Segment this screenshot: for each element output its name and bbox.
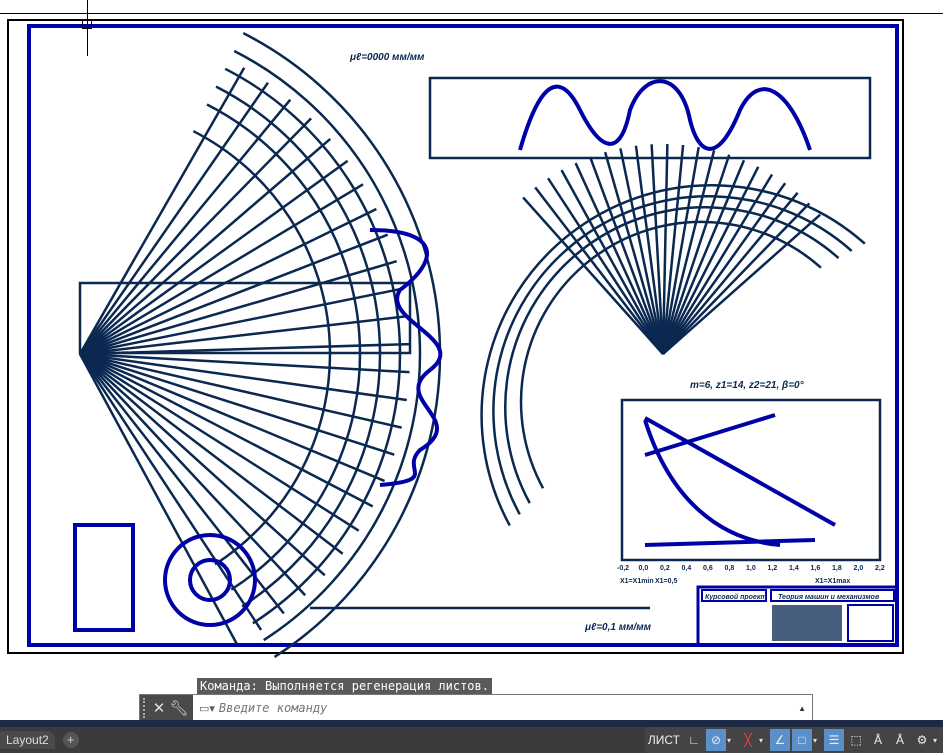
status-bar: Layout2 + ЛИСТ ∟ ⊘ ▾ ╳ ▾ ∠ □ ▾ ☰ ⬚ Å Å ⚙ ▾ — [0, 727, 943, 753]
chevron-down-icon[interactable]: ▾ — [727, 736, 737, 745]
graph-x-tick: 2,2 — [875, 565, 885, 572]
graph-x-tick: 0,0 — [639, 565, 649, 572]
graph-x-tick: 1,0 — [746, 565, 756, 572]
command-history: Команда: Выполняется регенерация листов. — [197, 678, 492, 694]
graph-x-tick: 1,4 — [789, 565, 799, 572]
graph-curve — [644, 538, 816, 547]
graph-x-tick: 1,6 — [811, 565, 821, 572]
graph-x-tick: 0,4 — [682, 565, 692, 572]
graph-x-tick: 0,6 — [703, 565, 713, 572]
graph-x-label-2: X1=0,5 — [655, 578, 677, 585]
scale-bottom-label: μℓ=0,1 мм/мм — [584, 622, 652, 633]
graph-x-tick: 1,2 — [768, 565, 778, 572]
selection-cycling-icon[interactable]: ⬚ — [846, 729, 866, 751]
chevron-down-icon[interactable]: ▾ — [813, 736, 823, 745]
gear-icon[interactable]: ⚙ — [912, 729, 932, 751]
fan-line — [588, 156, 665, 355]
frame-border — [27, 24, 899, 647]
command-input[interactable] — [218, 701, 799, 715]
close-icon[interactable]: ✕ — [149, 699, 169, 717]
chevron-down-icon[interactable]: ▾ — [759, 736, 769, 745]
wrench-icon[interactable]: 🔧︎ — [169, 699, 189, 717]
polar-tracking-icon[interactable]: ⊘ — [706, 729, 726, 751]
crosshair-horizontal — [0, 13, 943, 14]
fan-line — [522, 196, 664, 355]
history-up-icon[interactable]: ▲ — [798, 704, 806, 713]
annotation-visibility-icon[interactable]: Å — [868, 729, 888, 751]
fan-line — [560, 169, 665, 355]
layout-strip — [0, 720, 943, 727]
grid-snap-icon[interactable]: ∟ — [684, 729, 704, 751]
wheel — [163, 533, 257, 627]
title-block: Курсовой проект Теория машин и механизмо… — [696, 585, 899, 647]
lineweight-icon[interactable]: ☰ — [824, 729, 844, 751]
graph-x-tick: -0,2 — [617, 565, 629, 572]
pickbox — [82, 19, 92, 29]
graph-x-label-1: X1=X1min — [620, 578, 654, 585]
construction-rect — [428, 76, 872, 160]
add-layout-button[interactable]: + — [62, 732, 79, 748]
space-toggle[interactable]: ЛИСТ — [646, 729, 682, 751]
chevron-down-icon[interactable]: ▾ — [933, 736, 943, 745]
params-label: m=6, z1=14, z2=21, β=0° — [690, 380, 805, 391]
gear-drawing: m=6, z1=14, z2=21, β=0° μℓ=0000 мм/мм μℓ… — [7, 19, 904, 658]
title-block-left: Курсовой проект — [705, 593, 767, 601]
tooth-profile — [518, 79, 812, 151]
tab-layout2[interactable]: Layout2 — [0, 731, 55, 749]
title-block-right: Теория машин и механизмов — [778, 594, 880, 601]
drawing-canvas[interactable]: m=6, z1=14, z2=21, β=0° μℓ=0000 мм/мм μℓ… — [0, 0, 943, 720]
graph-x-tick: 1,8 — [832, 565, 842, 572]
graph-curve — [644, 416, 836, 527]
graph-x-tick: 0,2 — [660, 565, 670, 572]
graph-x-label-3: X1=X1max — [815, 578, 850, 585]
command-line: ✕ 🔧︎ ▭▾ ▲ — [139, 694, 813, 722]
isodraft-icon[interactable]: ╳ — [738, 729, 758, 751]
command-prompt-icon[interactable]: ▭▾ — [199, 702, 215, 715]
osnap-icon[interactable]: □ — [792, 729, 812, 751]
scale-top-label: μℓ=0000 мм/мм — [349, 52, 425, 63]
graph-curve — [644, 413, 776, 457]
graph-x-tick: 0,8 — [725, 565, 735, 572]
mechanism-body — [73, 523, 135, 632]
graph-x-tick: 2,0 — [854, 565, 864, 572]
object-snap-tracking-icon[interactable]: ∠ — [770, 729, 790, 751]
annotation-scale-icon[interactable]: Å — [890, 729, 910, 751]
